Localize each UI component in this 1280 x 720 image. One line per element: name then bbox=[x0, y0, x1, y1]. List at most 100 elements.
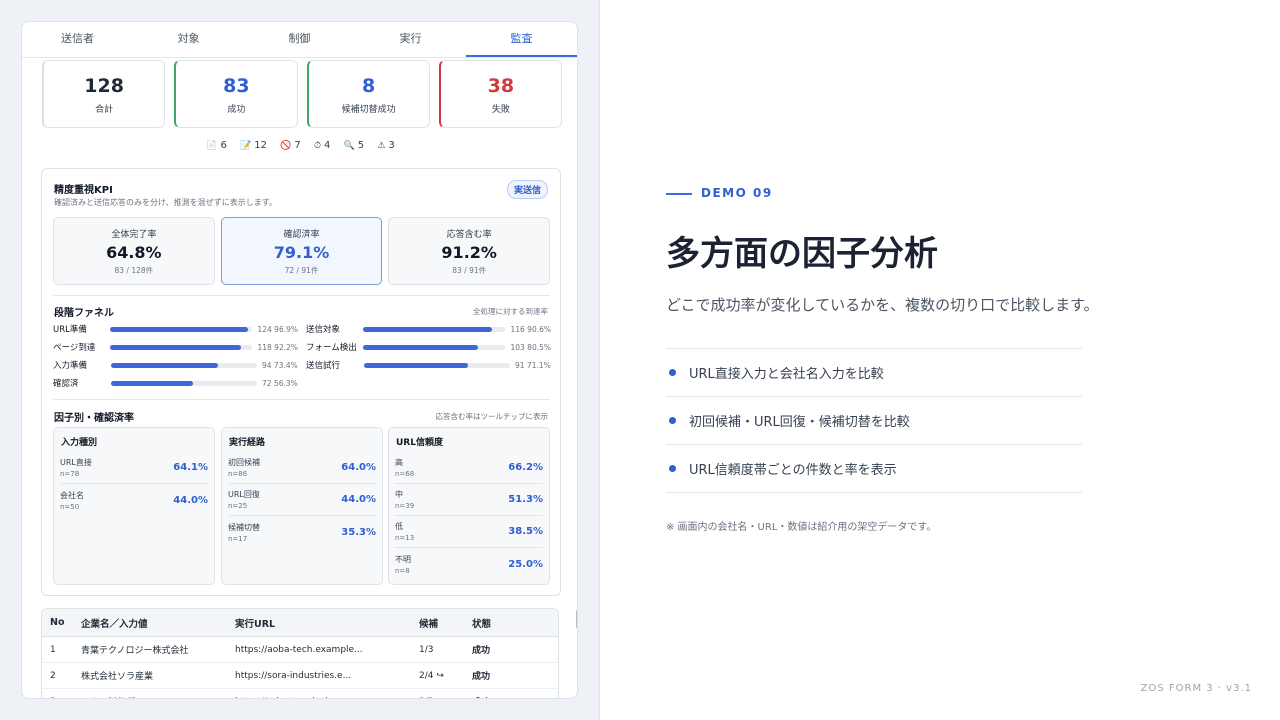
col-status[interactable]: 状態 bbox=[472, 616, 542, 630]
panel-scrollbar[interactable] bbox=[577, 177, 578, 647]
document-icon: 📄 bbox=[206, 141, 218, 151]
stat-failure: 38 失敗 bbox=[438, 60, 562, 128]
funnel-bar-fill bbox=[362, 326, 493, 332]
tab-execution[interactable]: 実行 bbox=[355, 22, 466, 57]
factor-name: 中 bbox=[395, 490, 403, 499]
factor-box-title: 入力種別 bbox=[61, 438, 98, 448]
factor-row[interactable]: URL直接 n=78 64.1% bbox=[60, 452, 208, 484]
factor-rate: 66.2% bbox=[508, 462, 543, 473]
demo-screen-panel: 送信者 対象 制御 実行 監査 128 合計 83 成功 8 候補切替成功 38 失敗 … bbox=[0, 0, 600, 720]
bullet-item: 初回候補・URL回復・候補切替を比較 bbox=[666, 397, 1082, 445]
factor-rate: 25.0% bbox=[508, 558, 543, 570]
stat-label: 失敗 bbox=[491, 105, 510, 115]
factor-label: 中 n=39 bbox=[395, 489, 414, 510]
factor-count: n=50 bbox=[60, 502, 80, 511]
version-label: ZOS FORM 3 · v3.1 bbox=[1140, 683, 1252, 694]
factor-rate: 51.3% bbox=[508, 494, 543, 505]
funnel-bar bbox=[111, 380, 257, 386]
stat-value: 128 bbox=[84, 75, 124, 97]
col-no[interactable]: No bbox=[42, 617, 81, 628]
table-cell: 株式会社ソラ産業 bbox=[81, 672, 154, 682]
factor-box-route: 実行経路 初回候補 n=86 64.0% URL回復 n=25 44.0% 候補切替 n=17 3… bbox=[221, 427, 383, 585]
factor-row[interactable]: URL回復 n=25 44.0% bbox=[228, 484, 376, 516]
factor-row[interactable]: 中 n=39 51.3% bbox=[395, 484, 543, 516]
tab-audit[interactable]: 監査 bbox=[466, 22, 577, 57]
col-candidate[interactable]: 候補 bbox=[419, 616, 472, 630]
magnifier-count: 🔍 5 bbox=[343, 140, 365, 151]
funnel-stage-name: ページ到達 bbox=[53, 343, 96, 353]
app-window: 送信者 対象 制御 実行 監査 128 合計 83 成功 8 候補切替成功 38 失敗 … bbox=[21, 21, 578, 699]
factor-label: 不明 n=8 bbox=[395, 554, 411, 575]
factor-count: n=13 bbox=[395, 534, 415, 542]
factor-row[interactable]: 高 n=68 66.2% bbox=[395, 452, 543, 484]
factor-rate: 44.0% bbox=[173, 494, 208, 506]
col-url[interactable]: 実行URL bbox=[235, 616, 419, 630]
col-company[interactable]: 企業名／入力値 bbox=[81, 616, 235, 630]
tab-sender[interactable]: 送信者 bbox=[22, 22, 133, 57]
table-body: 1 青葉テクノロジー株式会社 https://aoba-tech.example..… bbox=[42, 637, 558, 699]
warning-icon: ⚠ bbox=[377, 141, 386, 151]
slide-subtitle: どこで成功率が変化しているかを、複数の切り口で比較します。 bbox=[666, 296, 1099, 314]
slide-title: 多方面の因子分析 bbox=[666, 234, 938, 274]
factor-name: 不明 bbox=[395, 554, 411, 564]
factor-count: n=68 bbox=[395, 470, 415, 478]
kpi-card-overall: 全体完了率 64.8% 83 / 128件 bbox=[53, 217, 215, 285]
factor-count: n=39 bbox=[395, 502, 415, 510]
factor-label: 初回候補 n=86 bbox=[228, 457, 260, 478]
bullet-item: URL信頼度帯ごとの件数と率を表示 bbox=[666, 445, 1082, 493]
funnel-value: 103 80.5% bbox=[510, 342, 551, 352]
results-table: No 企業名／入力値 実行URL 候補 状態 1 青葉テクノロジー株式会社 http… bbox=[41, 608, 559, 699]
factor-name: 低 bbox=[395, 522, 403, 531]
factor-label: 低 n=13 bbox=[395, 521, 414, 542]
stat-label: 合計 bbox=[95, 105, 114, 115]
summary-stats: 128 合計 83 成功 8 候補切替成功 38 失敗 bbox=[42, 60, 562, 128]
funnel-value: 72 56.3% bbox=[262, 378, 298, 388]
table-header: No 企業名／入力値 実行URL 候補 状態 bbox=[42, 609, 558, 637]
divider bbox=[53, 295, 550, 296]
warning-count: ⚠ 3 bbox=[377, 140, 395, 151]
funnel-stage-name: 送信試行 bbox=[306, 361, 341, 371]
factor-name: 会社名 bbox=[60, 490, 84, 500]
funnel-stage-name: フォーム検出 bbox=[306, 343, 357, 353]
factor-row[interactable]: 会社名 n=50 44.0% bbox=[60, 484, 208, 516]
disclaimer-note: ※ 画面内の会社名・URL・数値は紹介用の架空データです。 bbox=[666, 522, 937, 533]
funnel-note: 全処理に対する到達率 bbox=[473, 307, 548, 316]
factor-count: n=78 bbox=[60, 470, 80, 478]
funnel-bar-fill bbox=[109, 344, 242, 350]
tab-target[interactable]: 対象 bbox=[133, 22, 244, 57]
factor-row[interactable]: 初回候補 n=86 64.0% bbox=[228, 452, 376, 484]
funnel-bar bbox=[111, 362, 257, 368]
factor-label: URL直接 n=78 bbox=[60, 457, 92, 478]
real-send-badge: 実送信 bbox=[506, 180, 548, 199]
funnel-value: 124 96.9% bbox=[257, 324, 298, 334]
factor-row[interactable]: 低 n=13 38.5% bbox=[395, 516, 543, 548]
factor-name: 候補切替 bbox=[228, 522, 260, 532]
bullet-dot-icon bbox=[669, 417, 676, 424]
funnel-row: フォーム検出 103 80.5% bbox=[306, 338, 551, 356]
table-row[interactable]: 1 青葉テクノロジー株式会社 https://aoba-tech.example..… bbox=[42, 637, 558, 663]
funnel-value: 91 71.1% bbox=[515, 360, 551, 370]
factor-note: 応答含む率はツールチップに表示 bbox=[435, 412, 549, 421]
funnel-bar bbox=[109, 326, 253, 332]
factor-row[interactable]: 不明 n=8 25.0% bbox=[395, 548, 543, 580]
tab-control[interactable]: 制御 bbox=[244, 22, 355, 57]
table-scrollbar[interactable] bbox=[576, 610, 577, 628]
factor-box-title: URL信頼度 bbox=[396, 438, 443, 448]
funnel-row: 送信対象 116 90.6% bbox=[306, 320, 551, 338]
factor-rate: 44.0% bbox=[341, 494, 376, 505]
table-cell: 1 bbox=[50, 644, 56, 655]
funnel-stage-name: 確認済 bbox=[53, 379, 79, 389]
bullet-list: URL直接入力と会社名入力を比較 初回候補・URL回復・候補切替を比較 URL信… bbox=[666, 348, 1082, 493]
table-row[interactable]: 2 株式会社ソラ産業 https://sora-industries.e... 2/4… bbox=[42, 663, 558, 689]
factor-count: n=86 bbox=[228, 470, 248, 478]
funnel-stage-name: 送信対象 bbox=[306, 325, 341, 335]
stat-total: 128 合計 bbox=[42, 60, 166, 128]
factor-row[interactable]: 候補切替 n=17 35.3% bbox=[228, 516, 376, 548]
table-cell: https://aoba-tech.example... bbox=[235, 644, 363, 655]
stat-candidate-switch: 8 候補切替成功 bbox=[306, 60, 430, 128]
table-row[interactable]: 3ミナト製作所https://minato-seisaku...1/2成功 bbox=[42, 689, 558, 699]
funnel-stage-name: 入力準備 bbox=[53, 361, 88, 371]
stat-value: 38 bbox=[487, 75, 515, 97]
funnel-bar bbox=[109, 344, 253, 350]
factor-label: 会社名 n=50 bbox=[60, 490, 84, 511]
